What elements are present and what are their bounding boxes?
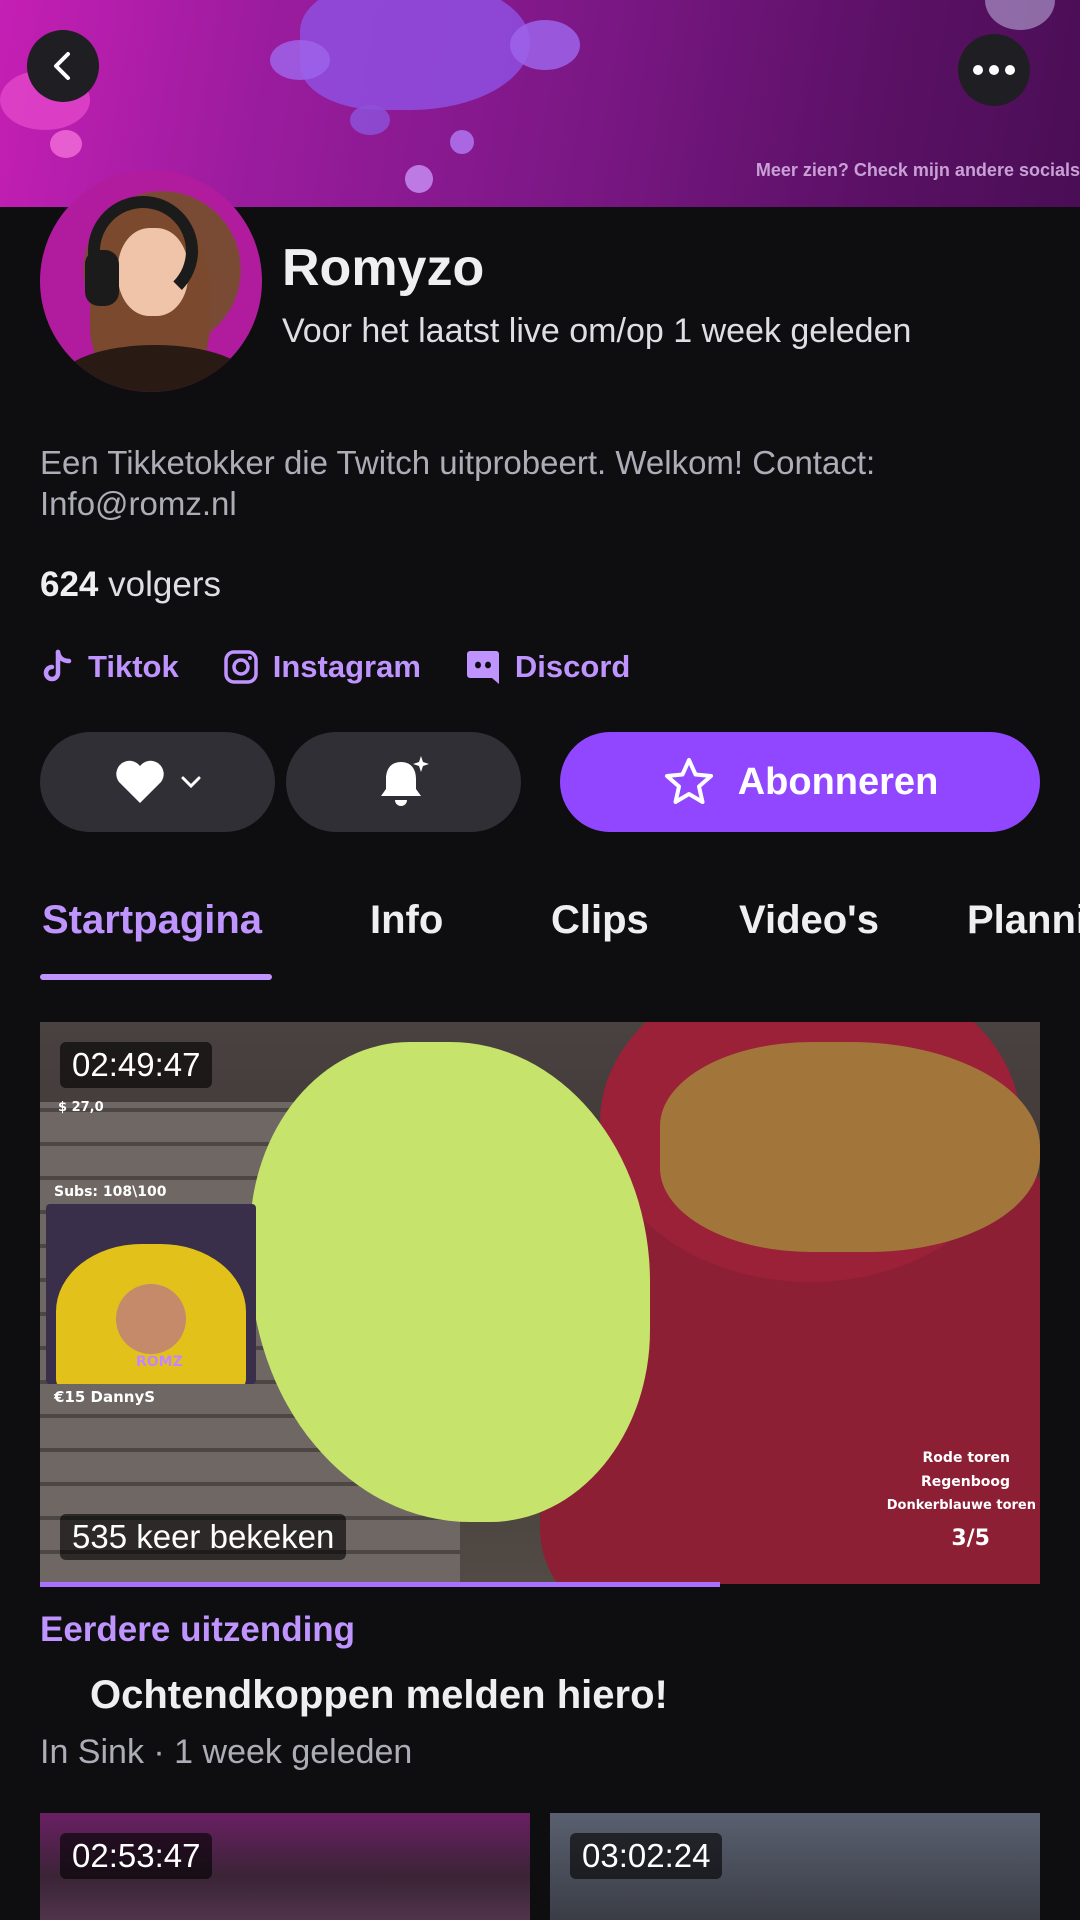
streamer-face [116,1284,186,1354]
subscribe-label: Abonneren [737,760,939,803]
video-title[interactable]: Ochtendkoppen melden hiero! [90,1673,668,1718]
overlay-subs: Subs: 108\100 [54,1184,167,1200]
video-duration-badge: 03:02:24 [570,1833,723,1879]
paint-splat [270,40,330,80]
last-live-text: Voor het laatst live om/op 1 week gelede… [282,312,912,350]
paint-splat [300,0,530,110]
video-duration-badge: 02:53:47 [60,1833,213,1879]
tab-info[interactable]: Info [370,898,443,943]
video-duration-badge: 02:49:47 [60,1042,213,1088]
video-thumbnail[interactable]: ROMZ $ 27,0 Subs: 108\100 €15 DannyS Rod… [40,1022,1040,1584]
overlay-counter: 3/5 [951,1526,990,1551]
social-link-tiktok[interactable]: Tiktok [40,648,179,686]
social-links: Tiktok Instagram Discord [40,648,630,686]
instagram-icon [223,650,258,684]
notifications-button[interactable] [286,732,521,832]
watch-progress-fill [40,1582,720,1587]
view-count-badge: 535 keer bekeken [60,1514,347,1560]
chevron-down-icon [181,776,200,789]
discord-icon [466,651,499,684]
overlay-list-item: Donkerblauwe toren [886,1498,1036,1513]
paint-splat [985,0,1055,30]
tiktok-icon [43,649,72,682]
heart-icon [115,760,164,803]
tab-startpagina[interactable]: Startpagina [42,898,262,943]
video-thumbnail[interactable]: 03:02:24 [550,1813,1040,1920]
channel-bio: Een Tikketokker die Twitch uitprobeert. … [40,444,876,522]
star-icon [664,758,713,804]
more-dots-icon [973,65,1015,75]
social-label: Tiktok [88,649,179,684]
social-link-instagram[interactable]: Instagram [223,648,421,686]
paint-splat [450,130,474,154]
social-label: Instagram [272,649,421,684]
tab-planning[interactable]: Planni [967,898,1080,943]
more-options-button[interactable] [958,34,1030,106]
video-thumbnail[interactable]: 02:53:47 [40,1813,530,1920]
paint-splat [50,130,82,158]
webcam-overlay: ROMZ [46,1204,256,1384]
tab-clips[interactable]: Clips [551,898,649,943]
overlay-donation: €15 DannyS [54,1388,156,1406]
video-type-label: Eerdere uitzending [40,1610,356,1649]
channel-actions: Abonneren [40,732,1040,832]
follow-button[interactable] [40,732,275,832]
followers-label: volgers [108,565,221,604]
channel-name: Romyzo [282,239,485,297]
followers-count: 624 volgers [40,565,221,605]
avatar-shirt [60,345,250,392]
chevron-left-icon [54,52,70,80]
followers-number: 624 [40,565,99,604]
tab-videos[interactable]: Video's [739,898,879,943]
watch-progress-bar [40,1582,1040,1587]
overlay-list-item: Regenboog [920,1474,1010,1490]
social-label: Discord [514,649,631,684]
paint-splat [350,105,390,135]
paint-splat [510,20,580,70]
back-button[interactable] [27,30,99,102]
cam-logo: ROMZ [136,1354,183,1370]
banner-text: Meer zien? Check mijn andere socials [755,160,1080,180]
overlay-money: $ 27,0 [58,1100,104,1115]
paint-splat [405,165,433,193]
overlay-list-item: Rode toren [922,1450,1010,1466]
subscribe-button[interactable]: Abonneren [560,732,1040,832]
channel-tabs: Startpagina Info Clips Video's Planni [0,898,1080,982]
duck-beak [660,1042,1040,1252]
active-tab-indicator [40,974,272,980]
avatar[interactable] [40,170,262,392]
avatar-headset-cup [85,250,119,306]
social-link-discord[interactable]: Discord [465,648,630,686]
bell-plus-icon [380,756,429,806]
video-meta: In Sink · 1 week geleden [40,1733,413,1771]
